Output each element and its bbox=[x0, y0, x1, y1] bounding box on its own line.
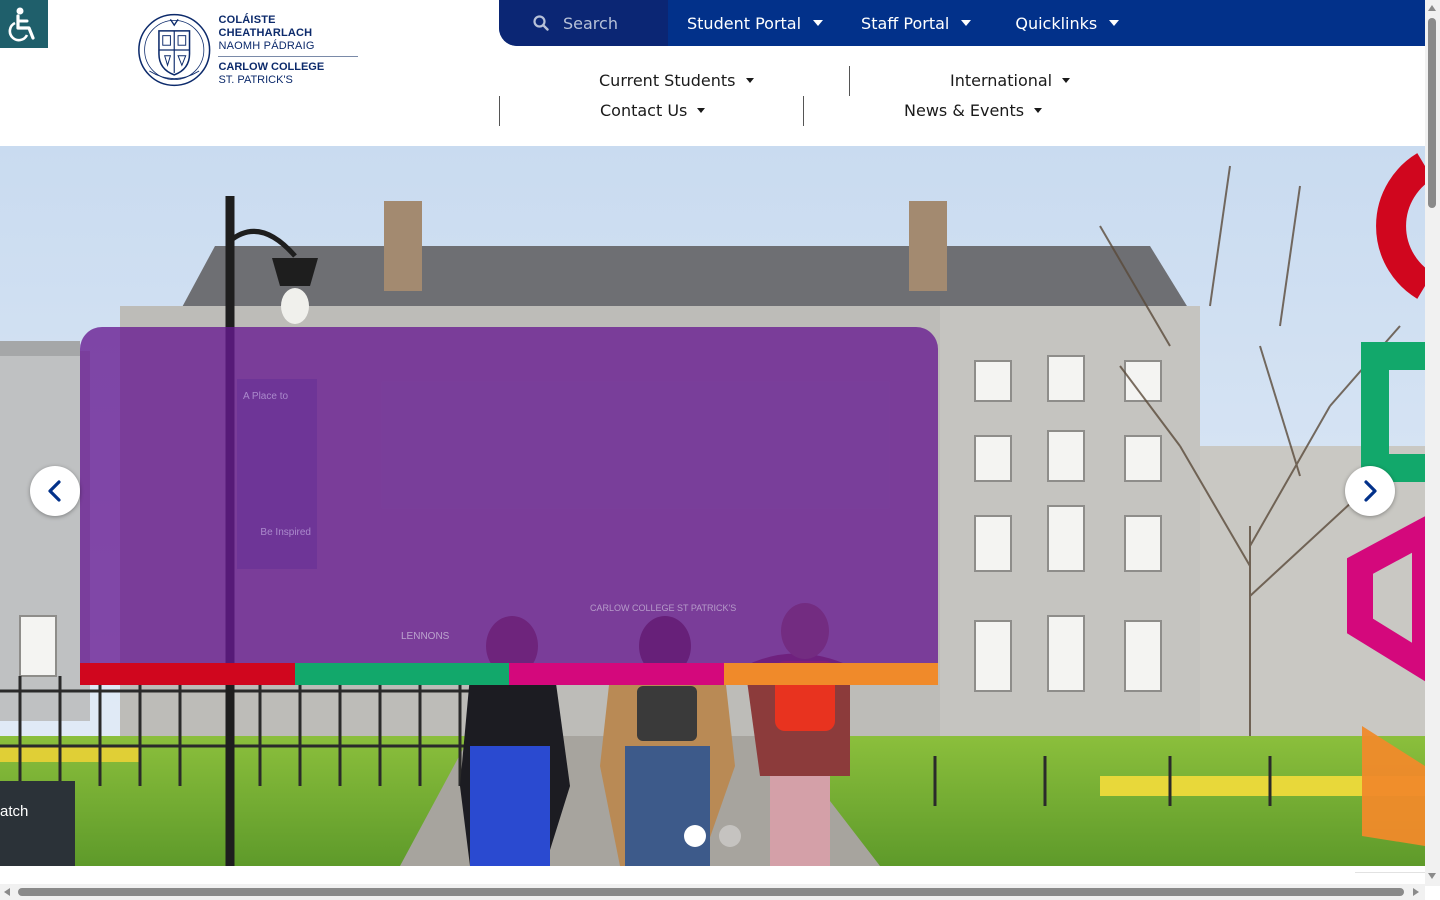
nav-contact-us[interactable]: Contact Us bbox=[600, 101, 706, 120]
chevron-left-icon bbox=[48, 480, 61, 502]
campus-banner: A Place to Be Inspired bbox=[237, 379, 317, 569]
stripe-red bbox=[80, 663, 295, 685]
caret-down-icon bbox=[813, 20, 824, 26]
logo-line-english-2: ST. PATRICK'S bbox=[218, 73, 293, 86]
chevron-right-icon bbox=[1364, 480, 1377, 502]
nav-news-events-label: News & Events bbox=[904, 101, 1025, 120]
scroll-right-arrow-icon[interactable] bbox=[1413, 888, 1419, 896]
horizontal-scrollbar[interactable] bbox=[0, 884, 1425, 900]
student-portal-label: Student Portal bbox=[687, 13, 802, 33]
nav-divider bbox=[499, 96, 500, 126]
scroll-left-arrow-icon[interactable] bbox=[4, 888, 10, 896]
utility-bar: Search Student Portal Staff Portal Quick… bbox=[499, 0, 1425, 46]
nav-current-students-label: Current Students bbox=[599, 71, 736, 90]
vertical-scroll-thumb[interactable] bbox=[1428, 18, 1436, 208]
slider-dot-2[interactable] bbox=[719, 825, 741, 847]
brand-color-stripe bbox=[80, 663, 938, 685]
campus-banner-text-1: A Place to bbox=[243, 391, 289, 402]
stripe-magenta bbox=[509, 663, 724, 685]
building-sign-college: CARLOW COLLEGE ST PATRICK'S bbox=[590, 603, 737, 613]
student-portal-menu[interactable]: Student Portal bbox=[687, 13, 824, 33]
logo-line-irish-2: NAOMH PÁDRAIG bbox=[218, 39, 315, 52]
caret-down-icon bbox=[697, 108, 706, 113]
caret-down-icon bbox=[1062, 78, 1071, 83]
nav-international[interactable]: International bbox=[950, 71, 1071, 90]
search-field[interactable]: Search bbox=[499, 0, 668, 46]
nav-international-label: International bbox=[950, 71, 1053, 90]
college-logo[interactable]: COLÁISTE CHEATHARLACH NAOMH PÁDRAIG CARL… bbox=[136, 10, 366, 90]
search-placeholder[interactable]: Search bbox=[563, 14, 618, 33]
staff-portal-menu[interactable]: Staff Portal bbox=[861, 13, 972, 33]
bin-label: atch bbox=[0, 803, 28, 820]
quicklinks-menu[interactable]: Quicklinks bbox=[1015, 13, 1120, 33]
college-crest-icon bbox=[138, 13, 211, 87]
nav-divider bbox=[803, 96, 804, 126]
horizontal-scroll-thumb[interactable] bbox=[18, 888, 1404, 896]
nav-news-events[interactable]: News & Events bbox=[904, 101, 1043, 120]
caret-down-icon bbox=[1109, 20, 1120, 26]
caret-down-icon bbox=[1034, 108, 1043, 113]
scroll-up-arrow-icon[interactable] bbox=[1428, 5, 1436, 11]
nav-contact-us-label: Contact Us bbox=[600, 101, 688, 120]
building-sign-lennons: LENNONS bbox=[401, 631, 450, 642]
accessibility-button[interactable] bbox=[0, 0, 48, 48]
logo-divider bbox=[218, 55, 359, 57]
hero-content-card bbox=[80, 327, 938, 685]
staff-portal-label: Staff Portal bbox=[861, 13, 950, 33]
nav-current-students[interactable]: Current Students bbox=[599, 71, 754, 90]
scroll-down-arrow-icon[interactable] bbox=[1428, 873, 1436, 879]
hero-slider: atch A Place to Be Inspired LENNONS CARL… bbox=[0, 146, 1425, 866]
slider-dot-1[interactable] bbox=[684, 825, 706, 847]
slider-next-button[interactable] bbox=[1345, 466, 1395, 516]
quicklinks-label: Quicklinks bbox=[1015, 13, 1098, 33]
nav-divider bbox=[849, 66, 850, 96]
wheelchair-icon bbox=[8, 7, 35, 42]
stripe-green bbox=[294, 663, 509, 685]
logo-line-english-1: CARLOW COLLEGE bbox=[218, 60, 325, 73]
stripe-orange bbox=[723, 663, 938, 685]
logo-line-irish-1: COLÁISTE CHEATHARLACH bbox=[218, 13, 313, 39]
caret-down-icon bbox=[745, 78, 754, 83]
campus-banner-text-2: Be Inspired bbox=[260, 527, 311, 538]
vertical-scrollbar[interactable] bbox=[1425, 0, 1440, 886]
slider-prev-button[interactable] bbox=[30, 466, 80, 516]
search-icon bbox=[533, 15, 549, 31]
caret-down-icon bbox=[961, 20, 972, 26]
recaptcha-badge-edge bbox=[1355, 872, 1425, 873]
